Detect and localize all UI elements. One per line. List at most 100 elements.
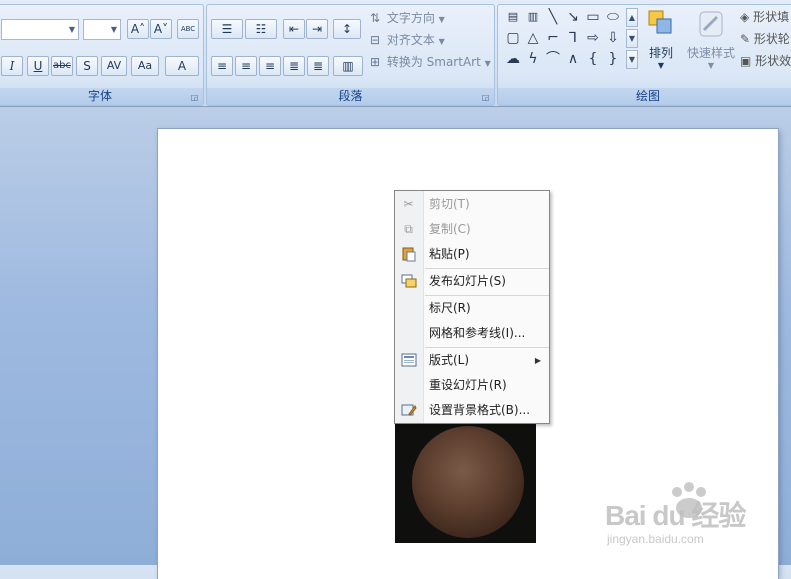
increase-indent-icon: ⇥ <box>311 22 323 36</box>
right-arrow-shape-icon[interactable]: ⇨ <box>584 29 602 47</box>
smartart-icon: ⊞ <box>369 55 381 69</box>
right-brace-shape-icon[interactable]: } <box>604 50 622 68</box>
cloud-shape-icon[interactable]: ☁ <box>504 50 522 68</box>
rectangle-shape-icon[interactable]: ▭ <box>584 8 602 26</box>
vertical-text-box-shape-icon[interactable]: ▥ <box>524 8 542 26</box>
decrease-indent-icon: ⇤ <box>288 22 300 36</box>
gallery-scroll-down-button[interactable]: ▼ <box>626 29 638 48</box>
menu-item-publish-slides[interactable]: 发布幻灯片(S) <box>395 269 549 294</box>
shape-effects-label: 形状效 <box>755 54 791 68</box>
paragraph-group-label: 段落 <box>207 88 494 105</box>
context-menu: ✂ 剪切(T) ⧉ 复制(C) 粘贴(P) 发布幻灯片(S) 标尺(R) 网格和… <box>394 190 550 424</box>
menu-item-grid-guides[interactable]: 网格和参考线(I)... <box>395 321 549 346</box>
quick-styles-icon <box>695 8 727 40</box>
triangle-shape-icon[interactable]: △ <box>524 29 542 47</box>
align-text-label: 对齐文本 <box>386 33 435 47</box>
gallery-scroll-up-button[interactable]: ▲ <box>626 8 638 27</box>
font-group-label: 字体 <box>0 88 203 105</box>
text-shadow-button[interactable]: S <box>76 56 98 76</box>
publish-slides-icon <box>400 273 417 290</box>
align-left-button[interactable]: ≡ <box>211 56 233 76</box>
shape-fill-button[interactable]: ◈ 形状填 <box>740 8 789 25</box>
arrow-line-shape-icon[interactable]: ↘ <box>564 8 582 26</box>
dialog-launcher-icon[interactable]: ◲ <box>190 93 199 102</box>
pen-icon: ✎ <box>740 32 751 46</box>
align-right-icon: ≡ <box>264 59 276 73</box>
increase-indent-button[interactable]: ⇥ <box>306 19 328 39</box>
shape-fill-label: 形状填 <box>753 10 790 24</box>
text-direction-icon: ⇅ <box>369 11 381 25</box>
columns-button[interactable]: ▥ <box>333 56 363 76</box>
align-left-icon: ≡ <box>216 59 228 73</box>
strikethrough-button[interactable]: abc <box>51 56 73 76</box>
lightning-shape-icon[interactable]: ϟ <box>524 50 542 68</box>
font-name-combo[interactable]: ▼ <box>1 19 79 40</box>
drawing-group-label: 绘图 <box>498 88 791 105</box>
copy-icon: ⧉ <box>404 222 413 236</box>
menu-item-ruler[interactable]: 标尺(R) <box>395 296 549 321</box>
columns-icon: ▥ <box>342 59 354 73</box>
paint-bucket-icon: ◈ <box>740 10 750 24</box>
chevron-down-icon: ▼ <box>657 61 665 70</box>
arrange-icon <box>645 8 677 40</box>
menu-item-label: 发布幻灯片(S) <box>429 274 506 288</box>
convert-smartart-label: 转换为 SmartArt <box>386 55 481 69</box>
distribute-icon: ≣ <box>312 59 324 73</box>
down-arrow-shape-icon[interactable]: ⇩ <box>604 29 622 47</box>
justify-button[interactable]: ≣ <box>283 56 305 76</box>
change-case-button[interactable]: Aa <box>131 56 159 76</box>
menu-item-layout[interactable]: 版式(L) ▶ <box>395 348 549 373</box>
underline-button[interactable]: U <box>27 56 49 76</box>
align-right-button[interactable]: ≡ <box>259 56 281 76</box>
rounded-rectangle-shape-icon[interactable]: ▢ <box>504 29 522 47</box>
baidu-jingyan-watermark: Bai du 经验 jingyan.baidu.com <box>605 480 785 560</box>
distribute-button[interactable]: ≣ <box>307 56 329 76</box>
decrease-indent-button[interactable]: ⇤ <box>283 19 305 39</box>
text-box-shape-icon[interactable]: ▤ <box>504 8 522 26</box>
align-text-button[interactable]: ⊟ 对齐文本 ▼ <box>367 32 445 50</box>
moon-disc <box>412 426 524 538</box>
text-direction-button[interactable]: ⇅ 文字方向 ▼ <box>367 10 445 28</box>
menu-item-paste[interactable]: 粘贴(P) <box>395 242 549 267</box>
grow-font-button[interactable]: A˄ <box>127 19 149 39</box>
left-brace-shape-icon[interactable]: { <box>584 50 602 68</box>
font-size-combo[interactable]: ▼ <box>83 19 121 40</box>
menu-item-label: 粘贴(P) <box>429 247 470 261</box>
arrange-button[interactable]: 排列 ▼ <box>644 8 678 70</box>
convert-smartart-button[interactable]: ⊞ 转换为 SmartArt ▼ <box>367 54 491 72</box>
layout-icon <box>400 352 417 369</box>
elbow-arrow-shape-icon[interactable]: ⅂ <box>564 29 582 47</box>
chevron-down-icon: ▼ <box>68 25 76 34</box>
shapes-gallery[interactable]: ▤ ▥ ╲ ↘ ▭ ⬭ ▢ △ ⌐ ⅂ ⇨ ⇩ ☁ ϟ ⌒ ∧ { } <box>504 8 626 68</box>
elbow-connector-shape-icon[interactable]: ⌐ <box>544 29 562 47</box>
italic-button[interactable]: I <box>1 56 23 76</box>
scissors-icon: ✂ <box>403 197 414 211</box>
menu-item-label: 网格和参考线(I)... <box>429 326 526 340</box>
numbering-button[interactable]: ☷ <box>245 19 277 39</box>
align-center-button[interactable]: ≡ <box>235 56 257 76</box>
line-spacing-button[interactable]: ↕ <box>333 19 361 39</box>
dialog-launcher-icon[interactable]: ◲ <box>481 93 490 102</box>
shrink-font-button[interactable]: A˅ <box>150 19 172 39</box>
quick-styles-button[interactable]: 快速样式 ▼ <box>684 8 738 70</box>
menu-item-reset-slide[interactable]: 重设幻灯片(R) <box>395 373 549 398</box>
arc-shape-icon[interactable]: ⌒ <box>544 50 562 68</box>
shape-effects-button[interactable]: ▣ 形状效 <box>740 52 791 69</box>
arrange-label: 排列 <box>648 46 673 60</box>
ribbon: ▼ ▼ A˄ A˅ ABC I U abc S AV Aa A 字体 ◲ ☰ ☷… <box>0 0 791 107</box>
line-shape-icon[interactable]: ╲ <box>544 8 562 26</box>
font-color-button[interactable]: A <box>165 56 199 76</box>
clear-format-button[interactable]: ABC <box>177 19 199 39</box>
menu-item-copy[interactable]: ⧉ 复制(C) <box>395 217 549 242</box>
chevron-down-icon: ▼ <box>110 25 118 34</box>
bullets-button[interactable]: ☰ <box>211 19 243 39</box>
curve-shape-icon[interactable]: ∧ <box>564 50 582 68</box>
gallery-more-button[interactable]: ▼ <box>626 50 638 69</box>
shape-outline-button[interactable]: ✎ 形状轮 <box>740 30 790 47</box>
menu-item-format-background[interactable]: 设置背景格式(B)... <box>395 398 549 423</box>
oval-shape-icon[interactable]: ⬭ <box>604 8 622 26</box>
menu-item-cut[interactable]: ✂ 剪切(T) <box>395 192 549 217</box>
chevron-down-icon: ▼ <box>438 15 445 24</box>
moon-picture[interactable] <box>395 423 536 543</box>
character-spacing-button[interactable]: AV <box>101 56 127 76</box>
